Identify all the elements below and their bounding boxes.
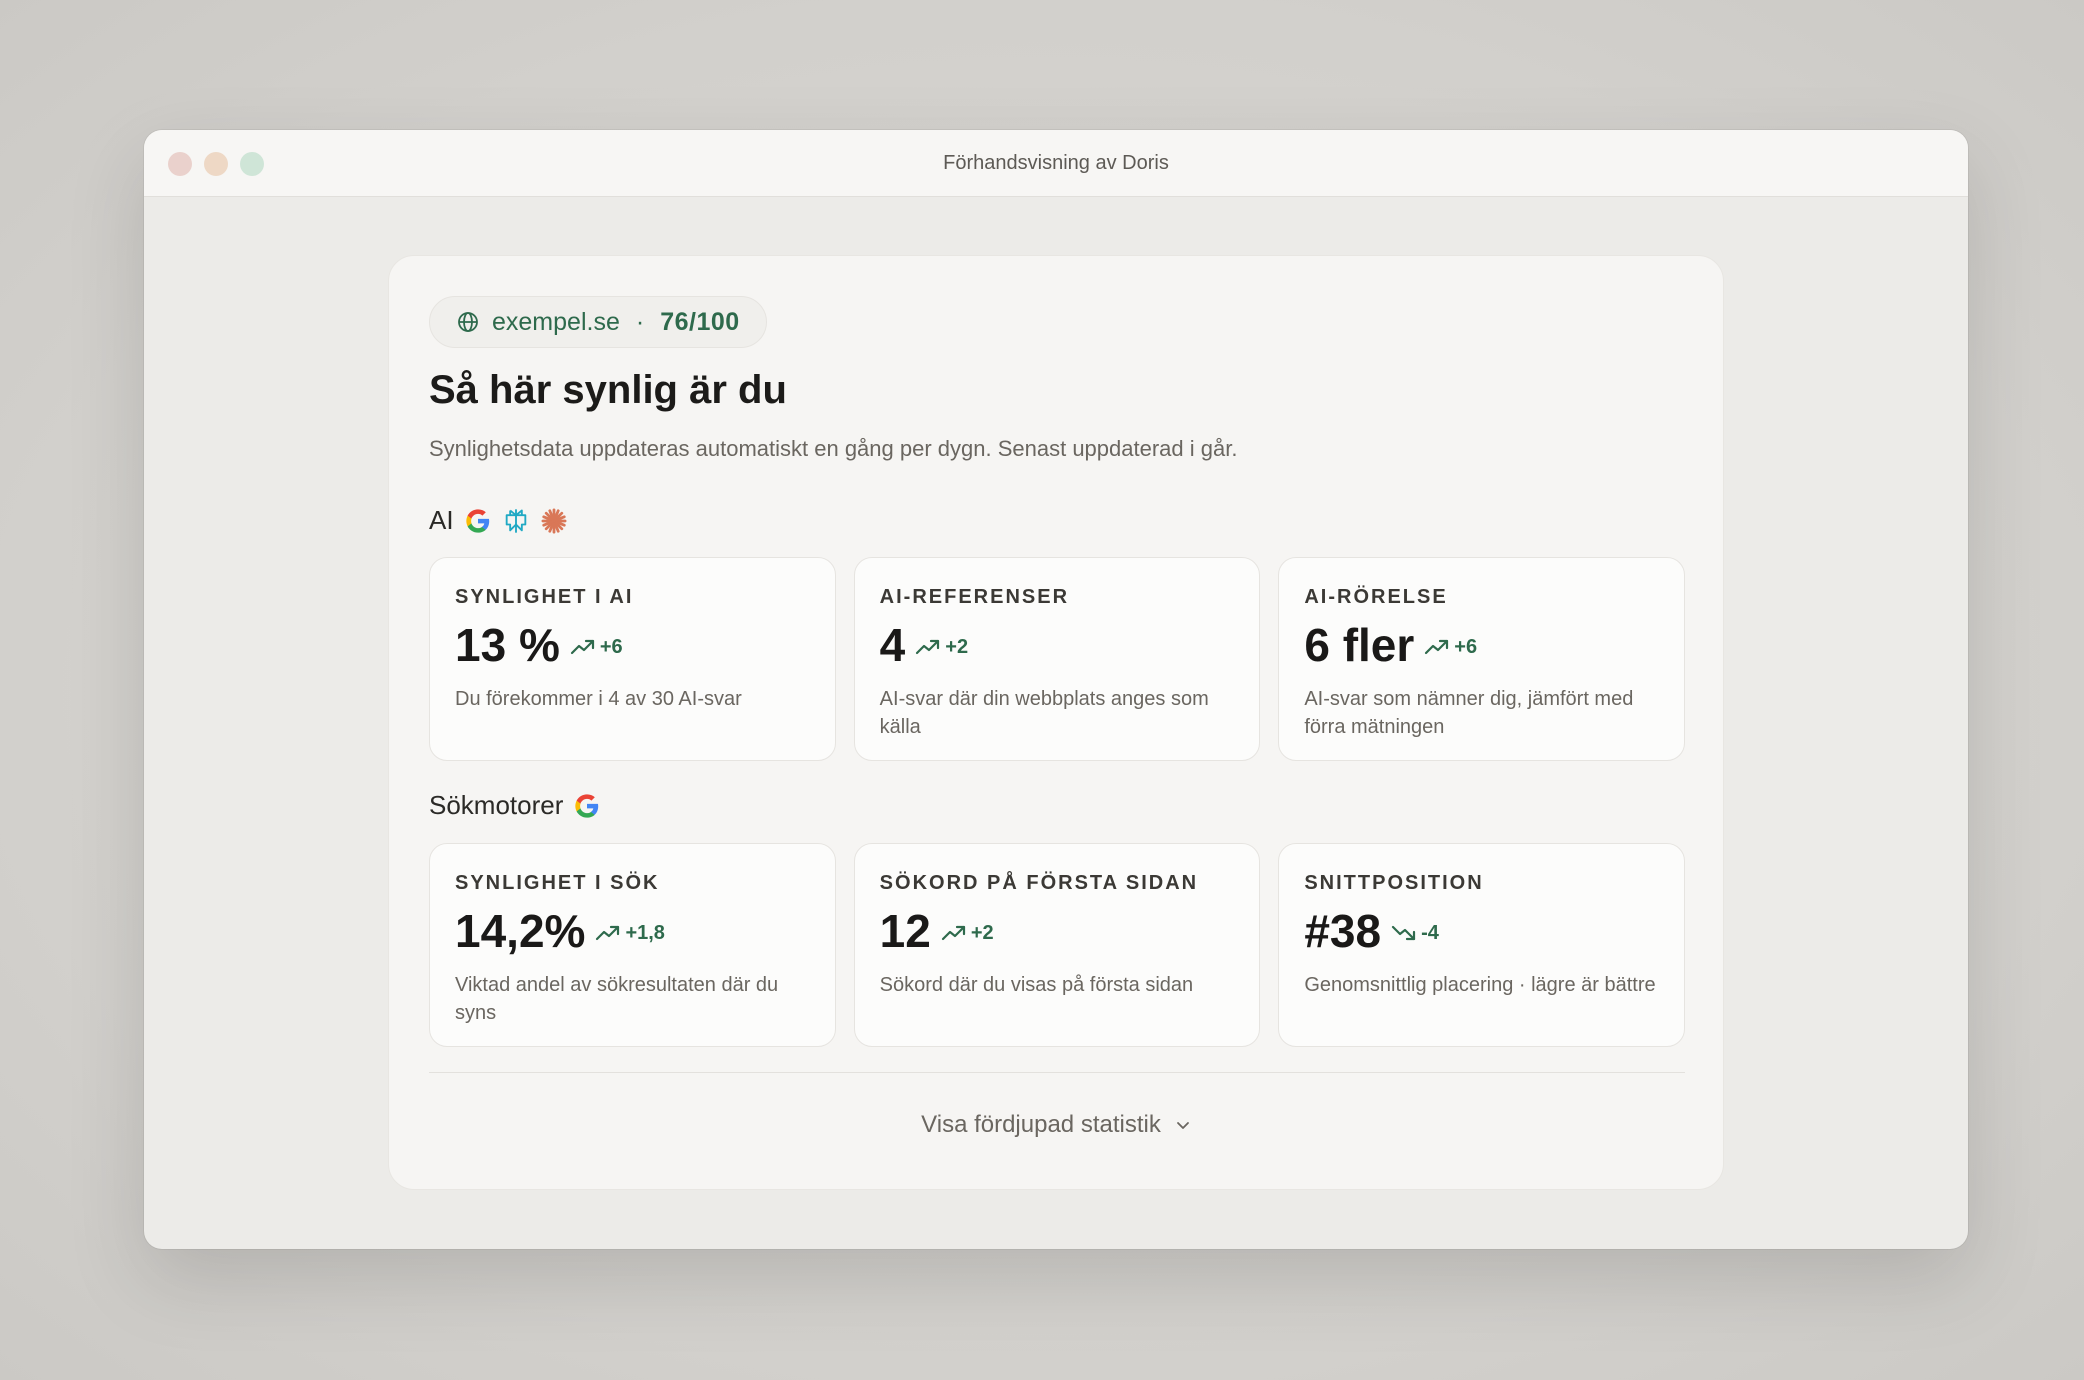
metric-value: 13 %: [455, 619, 560, 671]
metric-value: 6 fler: [1304, 619, 1415, 671]
metric-delta: +1,8: [595, 921, 665, 945]
metric-label: SYNLIGHET I SÖK: [455, 872, 660, 894]
metric-delta-value: +2: [945, 635, 969, 658]
metric-description: Viktad andel av sökresultaten där du syn…: [455, 974, 779, 1024]
trend-up-icon: [941, 925, 965, 941]
page-title: Så här synlig är du: [429, 368, 787, 412]
metric-delta-value: +2: [970, 921, 994, 944]
site-domain: exempel.se: [492, 307, 620, 336]
trend-up-icon: [916, 639, 940, 655]
metric-delta: +2: [941, 922, 994, 945]
section-title-ai-label: AI: [429, 505, 454, 535]
visibility-card: exempel.se · 76/100 Så här synlig är du …: [388, 255, 1724, 1190]
trend-up-icon: [596, 925, 620, 941]
google-g-icon: [465, 508, 489, 533]
metric-label: SÖKORD PÅ FÖRSTA SIDAN: [879, 872, 1199, 894]
chevron-down-icon: [1176, 1122, 1189, 1129]
metric-description: Genomsnittlig placering · lägre är bättr…: [1304, 974, 1656, 996]
title-bar: Förhandsvisning av Doris: [144, 130, 1968, 197]
metric-label: SNITTPOSITION: [1304, 872, 1484, 894]
metric-value: 4: [879, 619, 906, 671]
metric-card-ai-movement: AI-RÖRELSE 6 fler +6 AI-svar som nämner …: [1278, 557, 1686, 761]
trend-down-icon: [1391, 925, 1416, 941]
metric-label: AI-REFERENSER: [879, 586, 1070, 608]
divider: [429, 1072, 1685, 1073]
site-separator: ·: [635, 307, 645, 336]
metric-card-average-position: SNITTPOSITION #38 -4 Genomsnittlig place…: [1278, 843, 1686, 1047]
metric-value: 12: [879, 905, 931, 957]
window-title: Förhandsvisning av Doris: [943, 152, 1169, 174]
metric-description: Du förekommer i 4 av 30 AI-svar: [455, 688, 742, 710]
trend-up-icon: [1425, 639, 1449, 655]
metric-delta-value: -4: [1421, 921, 1439, 944]
perplexity-icon: [505, 508, 526, 533]
section-title-ai: AI: [429, 505, 568, 536]
page-subtitle: Synlighetsdata uppdateras automatiskt en…: [429, 436, 1238, 461]
metric-delta-value: +6: [599, 635, 623, 658]
site-badge: exempel.se · 76/100: [429, 296, 767, 348]
google-g-icon: [575, 793, 599, 818]
claude-icon: [541, 508, 567, 533]
metric-card-ai-visibility: SYNLIGHET I AI 13 % +6 Du förekommer i 4…: [429, 557, 836, 761]
trend-up-icon: [570, 639, 594, 655]
metric-value: 14,2%: [455, 905, 586, 957]
metric-delta: +2: [915, 636, 968, 659]
metric-delta-value: +6: [1454, 635, 1478, 658]
show-detailed-stats-label: Visa fördjupad statistik: [921, 1111, 1161, 1138]
show-detailed-stats-button[interactable]: Visa fördjupad statistik: [389, 1111, 1723, 1139]
metric-description: Sökord där du visas på första sidan: [879, 974, 1194, 996]
metric-description: AI-svar som nämner dig, jämfört med förr…: [1304, 688, 1634, 738]
metric-delta: +6: [570, 636, 623, 659]
metric-card-ai-references: AI-REFERENSER 4 +2 AI-svar där din webbp…: [853, 557, 1261, 761]
section-title-search: Sökmotorer: [429, 790, 601, 821]
metric-delta: +6: [1424, 636, 1477, 659]
globe-icon: [458, 312, 478, 332]
metric-description: AI-svar där din webbplats anges som käll…: [879, 688, 1209, 738]
metric-card-first-page-keywords: SÖKORD PÅ FÖRSTA SIDAN 12 +2 Sökord där …: [853, 843, 1261, 1047]
ai-metrics-grid: SYNLIGHET I AI 13 % +6 Du förekommer i 4…: [429, 557, 1686, 761]
search-metrics-grid: SYNLIGHET I SÖK 14,2% +1,8 Viktad andel …: [429, 843, 1686, 1047]
section-title-search-label: Sökmotorer: [429, 790, 564, 820]
metric-delta-value: +1,8: [625, 921, 665, 944]
preview-window: Förhandsvisning av Doris exempel.se · 76…: [144, 130, 1968, 1249]
metric-label: AI-RÖRELSE: [1304, 586, 1448, 608]
site-score: 76/100: [660, 307, 740, 336]
metric-card-search-visibility: SYNLIGHET I SÖK 14,2% +1,8 Viktad andel …: [429, 843, 836, 1047]
metric-label: SYNLIGHET I AI: [455, 586, 634, 608]
metric-delta: -4: [1391, 922, 1439, 945]
metric-value: #38: [1304, 905, 1382, 957]
